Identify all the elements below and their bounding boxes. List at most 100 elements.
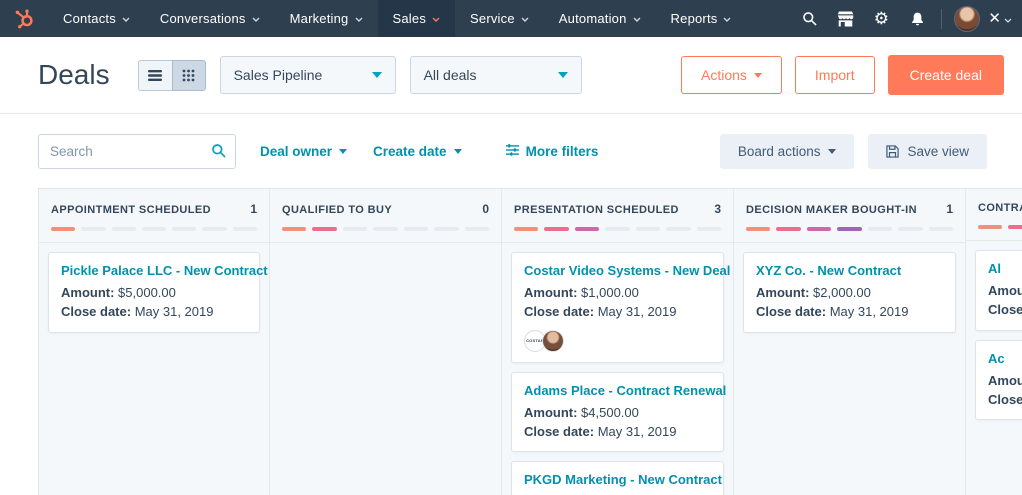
stage-dash xyxy=(373,227,397,231)
deal-title-link[interactable]: Costar Video Systems - New Deal xyxy=(524,263,711,278)
actions-button-label: Actions xyxy=(701,67,747,83)
stage-dash xyxy=(697,227,721,231)
stage-dash xyxy=(898,227,922,231)
column-count: 3 xyxy=(714,202,721,216)
create-date-filter[interactable]: Create date xyxy=(373,144,462,159)
user-avatar[interactable] xyxy=(954,6,980,32)
deal-close-date-line: Close date: May 31, 2019 xyxy=(61,303,247,322)
board-column: CONTRACT SENT Al Amount: Close date: Ac Amo… xyxy=(966,189,1022,495)
deal-title-link[interactable]: Adams Place - Contract Renewal xyxy=(524,383,711,398)
nav-right-cluster: ⚙ ✕ xyxy=(791,0,1022,37)
stage-dash xyxy=(202,227,226,231)
chevron-down-icon xyxy=(122,17,130,22)
deal-title-link[interactable]: PKGD Marketing - New Contract xyxy=(524,472,711,487)
close-date-label: Close date: xyxy=(524,304,594,319)
deal-card[interactable]: Adams Place - Contract Renewal Amount: $4… xyxy=(511,372,724,453)
nav-item-marketing[interactable]: Marketing xyxy=(275,0,378,37)
deal-card[interactable]: Costar Video Systems - New Deal Amount: $… xyxy=(511,252,724,363)
import-button[interactable]: Import xyxy=(795,56,875,94)
marketplace-icon[interactable] xyxy=(827,0,863,37)
stage-dash xyxy=(746,227,770,231)
page-title: Deals xyxy=(38,59,110,91)
deal-amount-line: Amount: xyxy=(988,282,1022,301)
deal-amount-line: Amount: $2,000.00 xyxy=(756,284,943,303)
stage-progress xyxy=(978,225,1022,229)
top-nav: ContactsConversationsMarketingSalesServi… xyxy=(0,0,1022,37)
chevron-down-icon[interactable] xyxy=(1004,10,1012,28)
stage-dash xyxy=(666,227,690,231)
board-view-button[interactable] xyxy=(172,60,206,91)
deal-amount-line: Amount: $5,000.00 xyxy=(61,284,247,303)
close-date-label: Close date: xyxy=(988,302,1022,317)
chevron-down-icon xyxy=(432,17,440,22)
nav-item-service[interactable]: Service xyxy=(455,0,544,37)
more-filters-label: More filters xyxy=(526,144,599,159)
column-header: PRESENTATION SCHEDULED3 xyxy=(502,189,733,243)
notifications-bell-icon[interactable] xyxy=(899,0,935,37)
nav-item-contacts[interactable]: Contacts xyxy=(48,0,145,37)
nav-item-sales[interactable]: Sales xyxy=(378,0,456,37)
column-header: QUALIFIED TO BUY0 xyxy=(270,189,501,243)
stage-dash xyxy=(172,227,196,231)
more-filters-button[interactable]: More filters xyxy=(506,144,599,159)
board: APPOINTMENT SCHEDULED1Pickle Palace LLC … xyxy=(38,188,1022,495)
deal-amount-line: Amount: xyxy=(988,372,1022,391)
nav-item-conversations[interactable]: Conversations xyxy=(145,0,275,37)
deal-title-link[interactable]: Ac xyxy=(988,351,1022,366)
contact-photo-avatar[interactable] xyxy=(542,330,564,352)
deal-amount-line: Amount: $4,500.00 xyxy=(524,404,711,423)
hubspot-logo-icon[interactable] xyxy=(0,7,48,30)
search-input[interactable] xyxy=(38,134,236,169)
caret-down-icon xyxy=(339,149,347,154)
page-header-section: Deals Sales Pipeline All deals xyxy=(0,37,1022,114)
nav-item-label: Reports xyxy=(671,11,718,26)
save-view-label: Save view xyxy=(907,144,969,159)
search-icon[interactable] xyxy=(791,0,827,37)
column-header: CONTRACT SENT xyxy=(966,189,1022,241)
column-title: APPOINTMENT SCHEDULED xyxy=(51,204,211,216)
create-date-filter-label: Create date xyxy=(373,144,447,159)
close-icon[interactable]: ✕ xyxy=(986,11,1003,26)
amount-label: Amount: xyxy=(524,285,577,300)
stage-dash xyxy=(636,227,660,231)
stage-dash xyxy=(807,227,831,231)
save-view-button[interactable]: Save view xyxy=(868,134,987,169)
nav-item-label: Automation xyxy=(559,11,627,26)
deal-avatars: COSTAR xyxy=(524,330,711,352)
deal-title-link[interactable]: Al xyxy=(988,261,1022,276)
board-actions-button[interactable]: Board actions xyxy=(720,134,855,169)
caret-down-icon xyxy=(828,149,836,154)
stage-progress xyxy=(746,227,953,231)
pipeline-select[interactable]: Sales Pipeline xyxy=(220,56,396,94)
stage-dash xyxy=(544,227,568,231)
column-cards: XYZ Co. - New Contract Amount: $2,000.00C… xyxy=(734,243,965,342)
actions-button[interactable]: Actions xyxy=(681,56,782,94)
deal-title-link[interactable]: XYZ Co. - New Contract xyxy=(756,263,943,278)
deal-card[interactable]: AcAmount: Close date: xyxy=(975,340,1022,421)
filter-right-cluster: Board actions Save view xyxy=(720,134,987,169)
nav-item-automation[interactable]: Automation xyxy=(544,0,656,37)
deal-amount-line: Amount: $1,000.00 xyxy=(524,284,711,303)
settings-gear-icon[interactable]: ⚙ xyxy=(863,0,899,37)
column-header: DECISION MAKER BOUGHT-IN1 xyxy=(734,189,965,243)
caret-down-icon xyxy=(372,72,382,78)
deals-view-select[interactable]: All deals xyxy=(410,56,582,94)
deal-card[interactable]: Pickle Palace LLC - New Contract Amount: … xyxy=(48,252,260,333)
deal-card[interactable]: XYZ Co. - New Contract Amount: $2,000.00C… xyxy=(743,252,956,333)
nav-item-reports[interactable]: Reports xyxy=(656,0,747,37)
deal-owner-filter[interactable]: Deal owner xyxy=(260,144,347,159)
deal-close-date-line: Close date: May 31, 2019 xyxy=(524,423,711,442)
column-title-row: QUALIFIED TO BUY0 xyxy=(282,202,489,216)
chevron-down-icon xyxy=(355,17,363,22)
list-view-button[interactable] xyxy=(138,60,172,91)
amount-label: Amount: xyxy=(61,285,114,300)
close-date-label: Close date: xyxy=(61,304,131,319)
column-cards: Pickle Palace LLC - New Contract Amount: … xyxy=(39,243,269,342)
deal-card[interactable]: PKGD Marketing - New ContractAmount: $1,… xyxy=(511,461,724,495)
search-field-wrap xyxy=(38,134,236,169)
deal-title-link[interactable]: Pickle Palace LLC - New Contract xyxy=(61,263,247,278)
close-date-label: Close date: xyxy=(756,304,826,319)
create-deal-button[interactable]: Create deal xyxy=(888,55,1004,95)
deal-card[interactable]: Al Amount: Close date: xyxy=(975,250,1022,331)
column-title-row: DECISION MAKER BOUGHT-IN1 xyxy=(746,202,953,216)
